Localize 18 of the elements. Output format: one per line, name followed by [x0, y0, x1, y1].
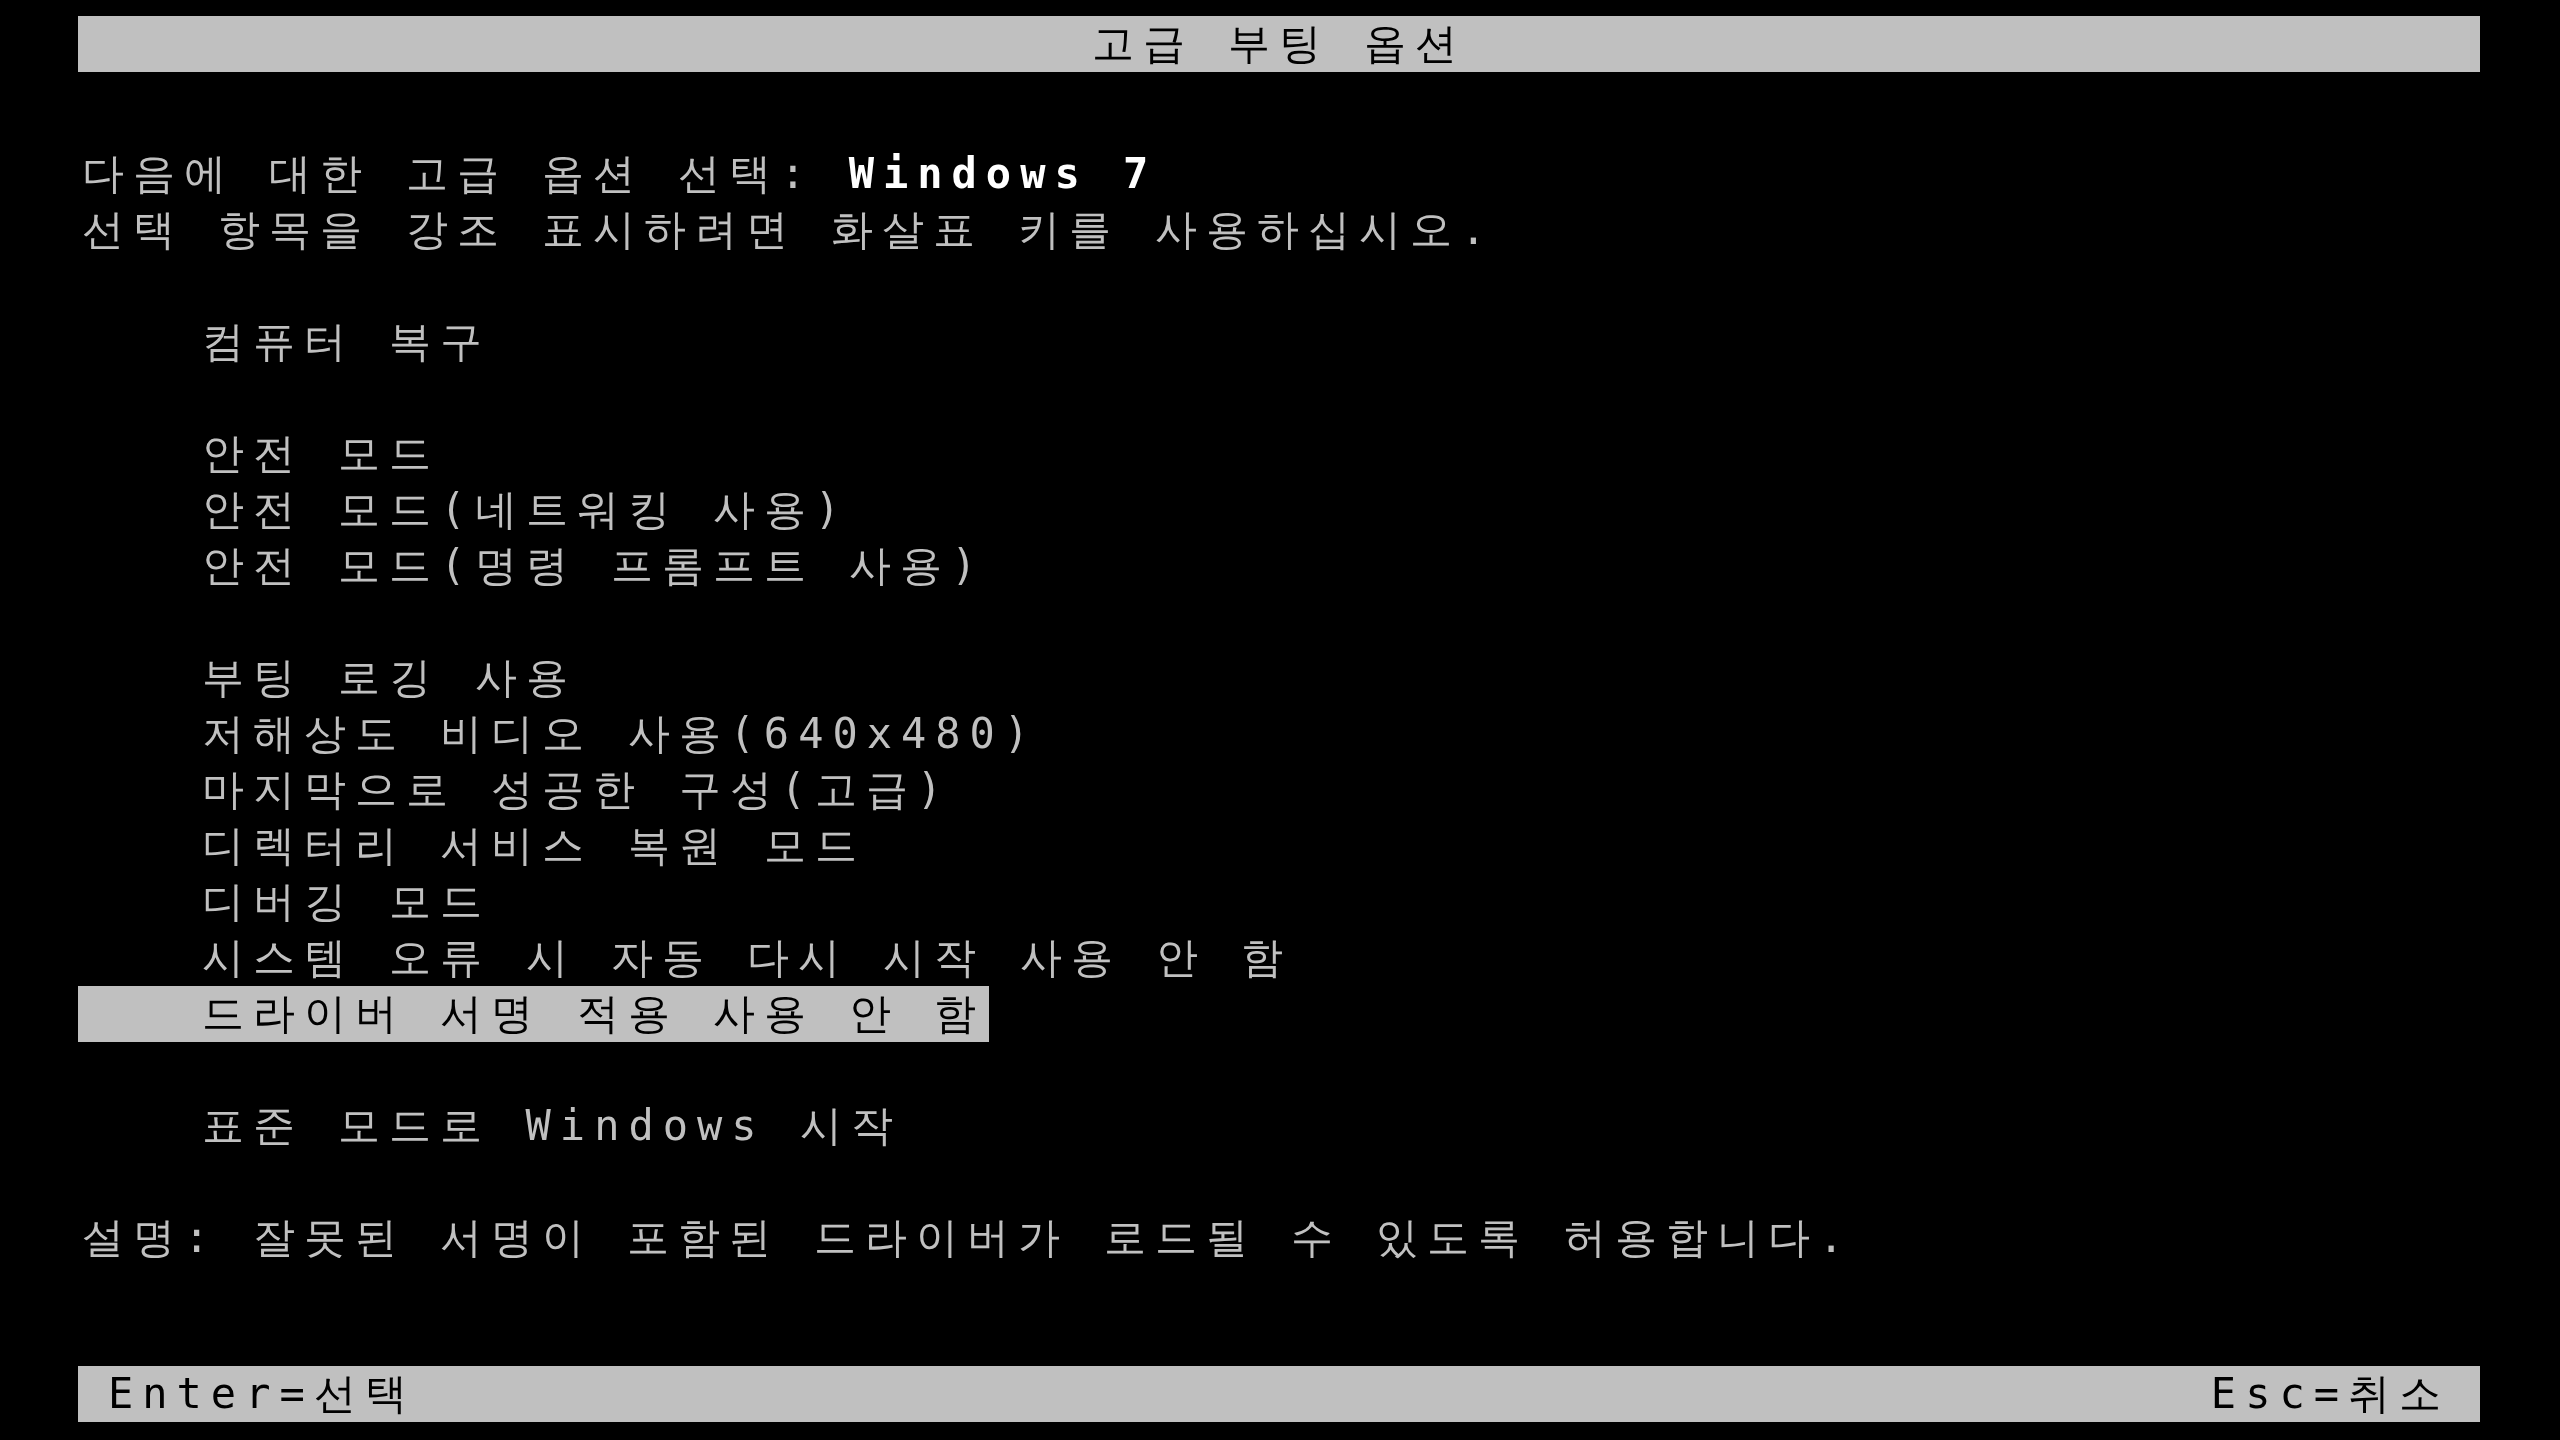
menu-item[interactable]: 디렉터리 서비스 복원 모드 — [78, 818, 870, 874]
window-title: 고급 부팅 옵션 — [1091, 18, 1467, 70]
menu-item[interactable]: 드라이버 서명 적용 사용 안 함 — [78, 986, 990, 1042]
key-hint: Esc=취소 — [2210, 1368, 2450, 1420]
menu-item[interactable]: 안전 모드(명령 프롬프트 사용) — [78, 538, 990, 594]
key-hint: Enter=선택 — [108, 1368, 416, 1420]
menu-item[interactable]: 저해상도 비디오 사용(640x480) — [78, 706, 1043, 762]
menu-item[interactable]: 표준 모드로 Windows 시작 — [78, 1098, 906, 1154]
menu-item[interactable]: 컴퓨터 복구 — [78, 314, 496, 370]
menu-item[interactable]: 마지막으로 성공한 구성(고급) — [78, 762, 956, 818]
menu-item[interactable]: 안전 모드 — [78, 426, 445, 482]
menu-item[interactable]: 안전 모드(네트워킹 사용) — [78, 482, 854, 538]
menu-item[interactable]: 부팅 로깅 사용 — [78, 650, 581, 706]
menu-item[interactable]: 시스템 오류 시 자동 다시 시작 사용 안 함 — [78, 930, 1297, 986]
menu-item[interactable]: 디버깅 모드 — [78, 874, 496, 930]
instruction-text: 선택 항목을 강조 표시하려면 화살표 키를 사용하십시오. — [82, 204, 1496, 256]
instruction-text: 다음에 대한 고급 옵션 선택: Windows 7 — [82, 148, 1159, 200]
description-text: 설명: 잘못된 서명이 포함된 드라이버가 로드될 수 있도록 허용합니다. — [81, 1212, 1854, 1264]
